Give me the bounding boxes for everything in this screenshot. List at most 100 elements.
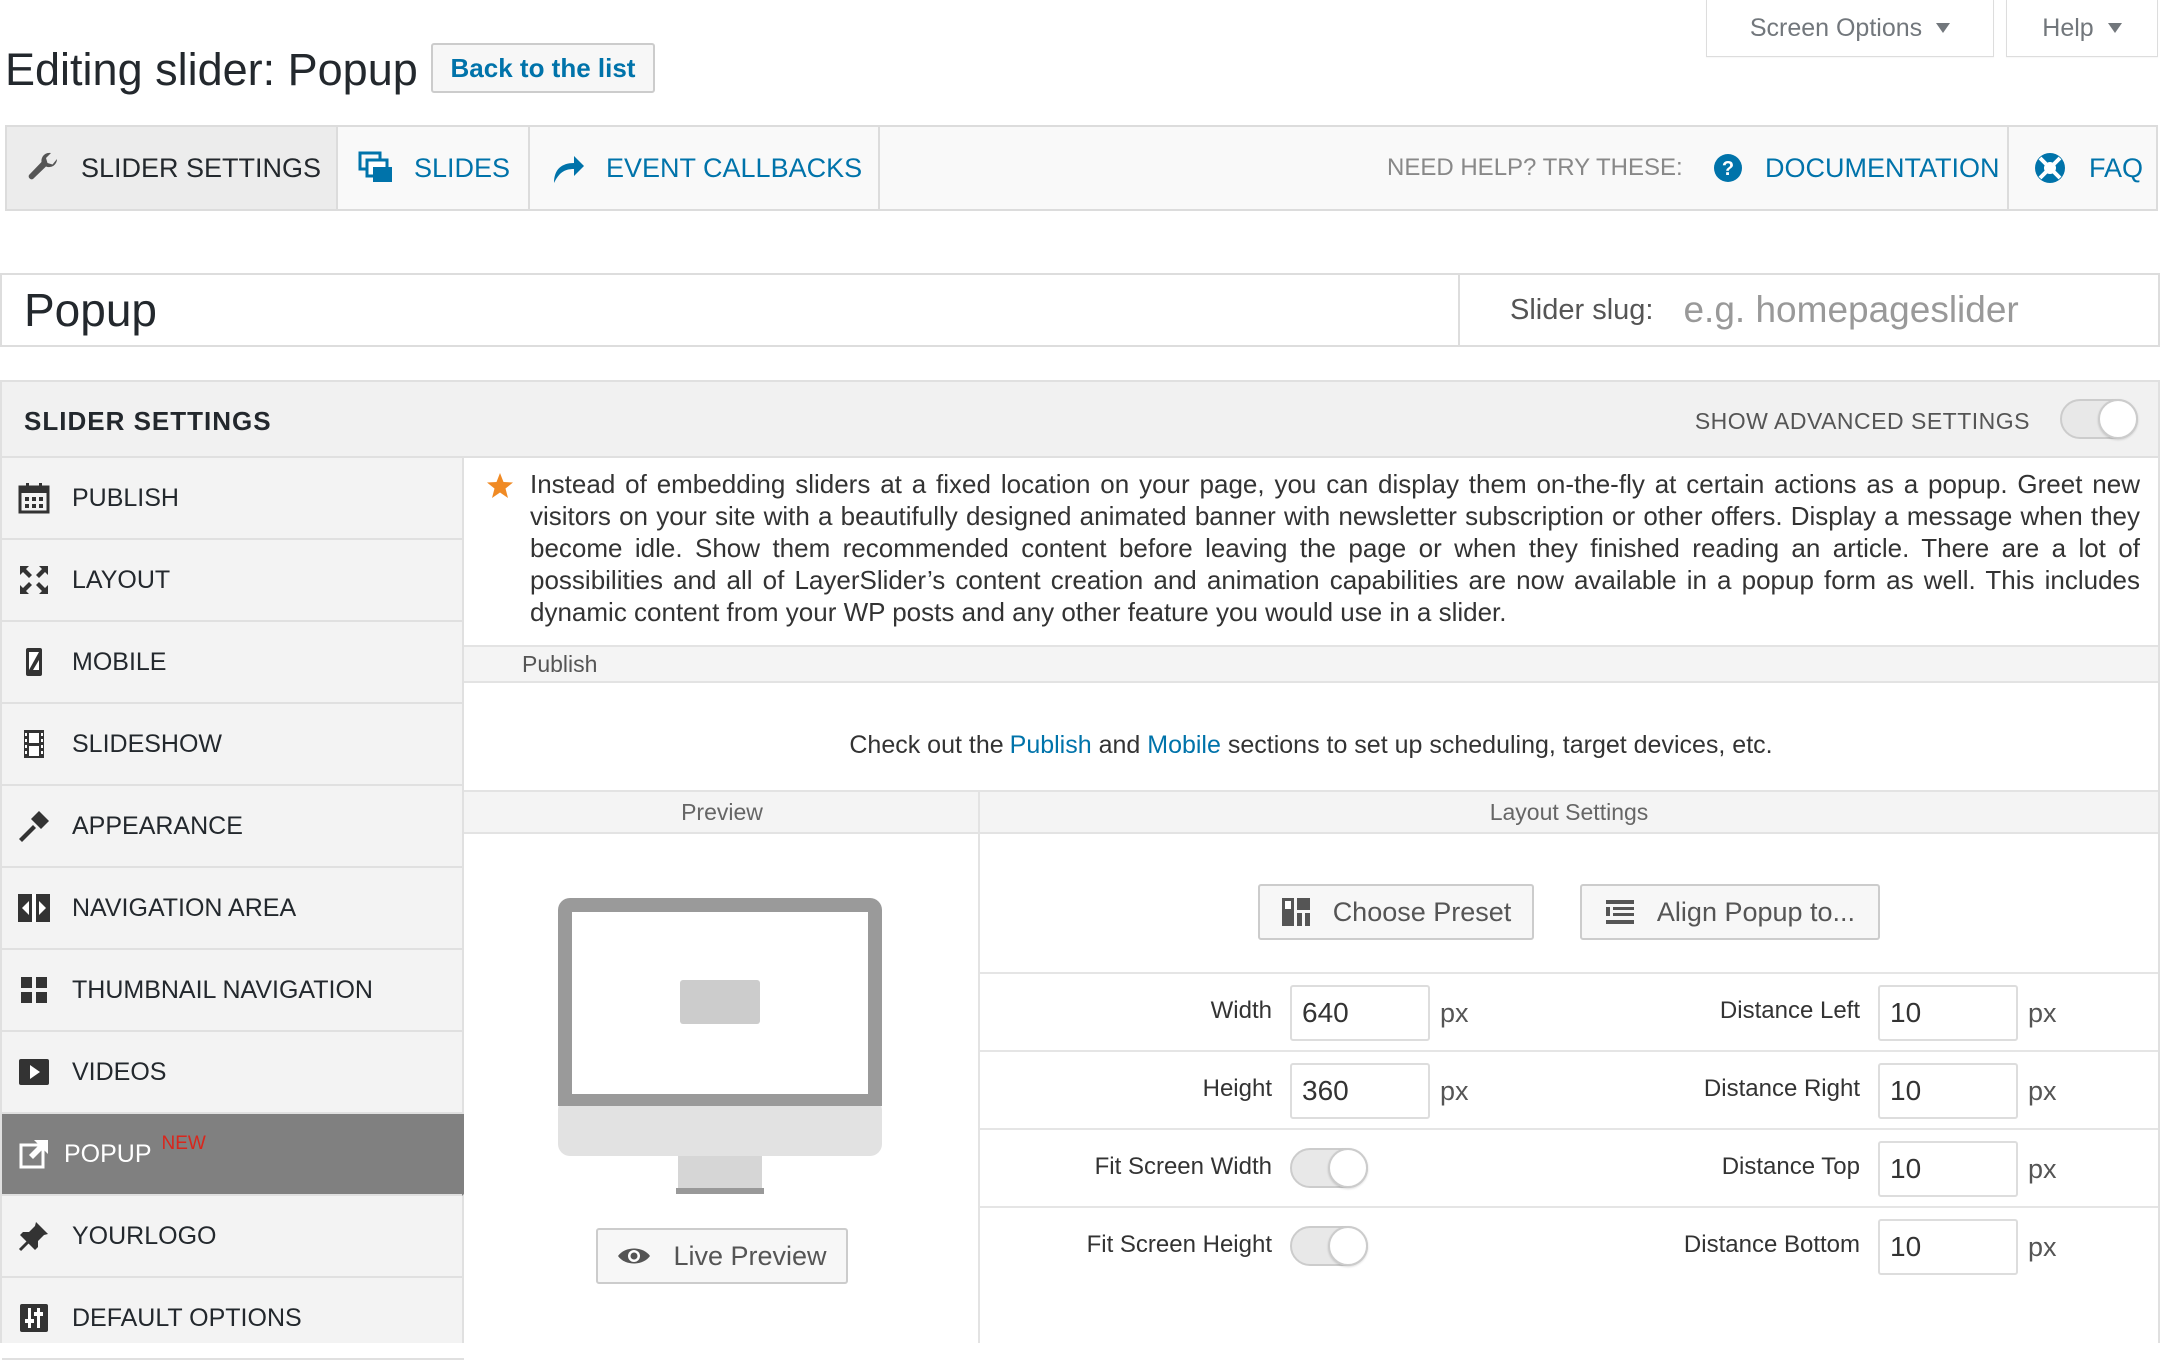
fit-screen-width-label: Fit Screen Width bbox=[1094, 1153, 1272, 1180]
align-popup-button[interactable]: Align Popup to... bbox=[1580, 884, 1880, 940]
height-label: Height bbox=[1202, 1075, 1272, 1102]
width-input[interactable]: 640 bbox=[1290, 985, 1430, 1041]
toggle-knob bbox=[1328, 1226, 1368, 1266]
mobile-link[interactable]: Mobile bbox=[1147, 731, 1221, 760]
slider-slug-field[interactable]: Slider slug: e.g. homepageslider bbox=[1458, 273, 2160, 347]
live-preview-button[interactable]: Live Preview bbox=[596, 1228, 848, 1284]
tab-event-callbacks[interactable]: EVENT CALLBACKS bbox=[530, 127, 880, 209]
distance-bottom-unit: px bbox=[2028, 1232, 2057, 1262]
sidebar-item-appearance[interactable]: APPEARANCE bbox=[2, 786, 464, 868]
settings-sidebar: PUBLISH LAYOUT MOBILE SLIDESHOW APPEARAN… bbox=[0, 458, 464, 1360]
grid-icon bbox=[16, 972, 52, 1008]
screen-options-button[interactable]: Screen Options bbox=[1706, 0, 1994, 57]
sidebar-item-label: MOBILE bbox=[72, 647, 167, 676]
sidebar-item-layout[interactable]: LAYOUT bbox=[2, 540, 464, 622]
sidebar-item-mobile[interactable]: MOBILE bbox=[2, 622, 464, 704]
sidebar-item-navigation-area[interactable]: NAVIGATION AREA bbox=[2, 868, 464, 950]
navigation-arrows-icon bbox=[16, 890, 52, 926]
height-unit: px bbox=[1440, 1076, 1469, 1106]
column-divider bbox=[978, 790, 980, 1343]
layout-settings-header: Layout Settings bbox=[980, 790, 2158, 834]
film-icon bbox=[16, 726, 52, 762]
help-button[interactable]: Help bbox=[2006, 0, 2158, 57]
slug-input[interactable]: e.g. homepageslider bbox=[1683, 289, 2018, 331]
question-icon: ? bbox=[1713, 153, 1743, 183]
svg-text:?: ? bbox=[1722, 158, 1734, 180]
tab-slider-settings[interactable]: SLIDER SETTINGS bbox=[7, 127, 338, 209]
new-badge: NEW bbox=[161, 1133, 206, 1154]
sidebar-item-label: YOURLOGO bbox=[72, 1221, 217, 1250]
external-link-icon bbox=[16, 1136, 52, 1172]
fit-screen-height-label: Fit Screen Height bbox=[1086, 1231, 1272, 1258]
fit-screen-width-toggle[interactable] bbox=[1290, 1148, 1368, 1188]
calendar-icon bbox=[16, 480, 52, 516]
caret-down-icon bbox=[2107, 23, 2122, 33]
sidebar-item-publish[interactable]: PUBLISH bbox=[2, 458, 464, 540]
publish-msg-and: and bbox=[1091, 730, 1148, 759]
back-to-list-button[interactable]: Back to the list bbox=[431, 43, 655, 93]
publish-link[interactable]: Publish bbox=[1010, 731, 1092, 760]
documentation-link[interactable]: ? DOCUMENTATION bbox=[1713, 127, 2013, 209]
section-title: Publish bbox=[522, 650, 598, 677]
sidebar-item-label: DEFAULT OPTIONS bbox=[72, 1303, 302, 1332]
distance-bottom-input[interactable]: 10 bbox=[1878, 1219, 2018, 1275]
distance-right-unit: px bbox=[2028, 1076, 2057, 1106]
distance-left-label: Distance Left bbox=[1719, 997, 1860, 1024]
distance-right-label: Distance Right bbox=[1703, 1075, 1860, 1102]
sidebar-item-label: THUMBNAIL NAVIGATION bbox=[72, 975, 373, 1004]
sidebar-item-yourlogo[interactable]: YOURLOGO bbox=[2, 1196, 464, 1278]
sidebar-item-label: VIDEOS bbox=[72, 1057, 167, 1086]
screen-options-label: Screen Options bbox=[1749, 13, 1923, 42]
sidebar-item-thumbnail-navigation[interactable]: THUMBNAIL NAVIGATION bbox=[2, 950, 464, 1032]
distance-left-input[interactable]: 10 bbox=[1878, 985, 2018, 1041]
sidebar-item-videos[interactable]: VIDEOS bbox=[2, 1032, 464, 1114]
fit-screen-height-toggle[interactable] bbox=[1290, 1226, 1368, 1266]
help-label: Help bbox=[2042, 13, 2094, 42]
tab-slides[interactable]: SLIDES bbox=[338, 127, 530, 209]
align-popup-label: Align Popup to... bbox=[1656, 896, 1856, 927]
play-icon bbox=[16, 1054, 52, 1090]
row-divider bbox=[980, 972, 2158, 974]
width-unit: px bbox=[1440, 998, 1469, 1028]
settings-title: SLIDER SETTINGS bbox=[24, 405, 272, 436]
publish-section-header: Publish bbox=[464, 645, 2158, 683]
publish-message: Check out the Publish and Mobile section… bbox=[464, 700, 2158, 790]
documentation-label: DOCUMENTATION bbox=[1765, 152, 2000, 183]
height-input[interactable]: 360 bbox=[1290, 1063, 1430, 1119]
row-divider bbox=[980, 1128, 2158, 1130]
row-divider bbox=[980, 1050, 2158, 1052]
sidebar-item-slideshow[interactable]: SLIDESHOW bbox=[2, 704, 464, 786]
toggle-knob bbox=[1328, 1148, 1368, 1188]
nav-divider bbox=[2007, 127, 2009, 209]
faq-link[interactable]: FAQ bbox=[2033, 127, 2153, 209]
sidebar-item-default-options[interactable]: DEFAULT OPTIONS bbox=[2, 1278, 464, 1360]
advanced-settings-label: SHOW ADVANCED SETTINGS bbox=[1694, 407, 2030, 434]
advanced-settings-toggle[interactable] bbox=[2060, 399, 2138, 439]
settings-header: SLIDER SETTINGS SHOW ADVANCED SETTINGS bbox=[0, 380, 2160, 458]
row-divider bbox=[980, 1206, 2158, 1208]
popup-info-text: Instead of embedding sliders at a fixed … bbox=[530, 469, 2140, 627]
slug-label: Slider slug: bbox=[1510, 293, 1654, 326]
distance-top-input[interactable]: 10 bbox=[1878, 1141, 2018, 1197]
distance-right-input[interactable]: 10 bbox=[1878, 1063, 2018, 1119]
sidebar-item-label: NAVIGATION AREA bbox=[72, 893, 297, 922]
preview-header: Preview bbox=[464, 790, 980, 834]
sliders-icon bbox=[16, 1300, 52, 1336]
main-tab-nav: SLIDER SETTINGS SLIDES EVENT CALLBACKS N… bbox=[5, 125, 2158, 211]
distance-left-unit: px bbox=[2028, 998, 2057, 1028]
slider-name-input[interactable]: Popup bbox=[0, 273, 1460, 347]
faq-label: FAQ bbox=[2089, 152, 2144, 183]
toggle-knob bbox=[2098, 399, 2138, 439]
publish-msg-pre: Check out the bbox=[849, 730, 1004, 759]
sidebar-item-popup[interactable]: POPUP NEW bbox=[2, 1114, 464, 1196]
sidebar-item-label: APPEARANCE bbox=[72, 811, 243, 840]
distance-top-unit: px bbox=[2028, 1154, 2057, 1184]
hammer-icon bbox=[16, 808, 52, 844]
pin-icon bbox=[16, 1218, 52, 1254]
width-label: Width bbox=[1210, 997, 1272, 1024]
choose-preset-label: Choose Preset bbox=[1332, 896, 1512, 927]
help-hint-text: NEED HELP? TRY THESE: bbox=[1387, 154, 1683, 181]
sidebar-item-label: POPUP bbox=[64, 1139, 152, 1168]
choose-preset-button[interactable]: Choose Preset bbox=[1258, 884, 1534, 940]
star-icon bbox=[486, 472, 514, 500]
